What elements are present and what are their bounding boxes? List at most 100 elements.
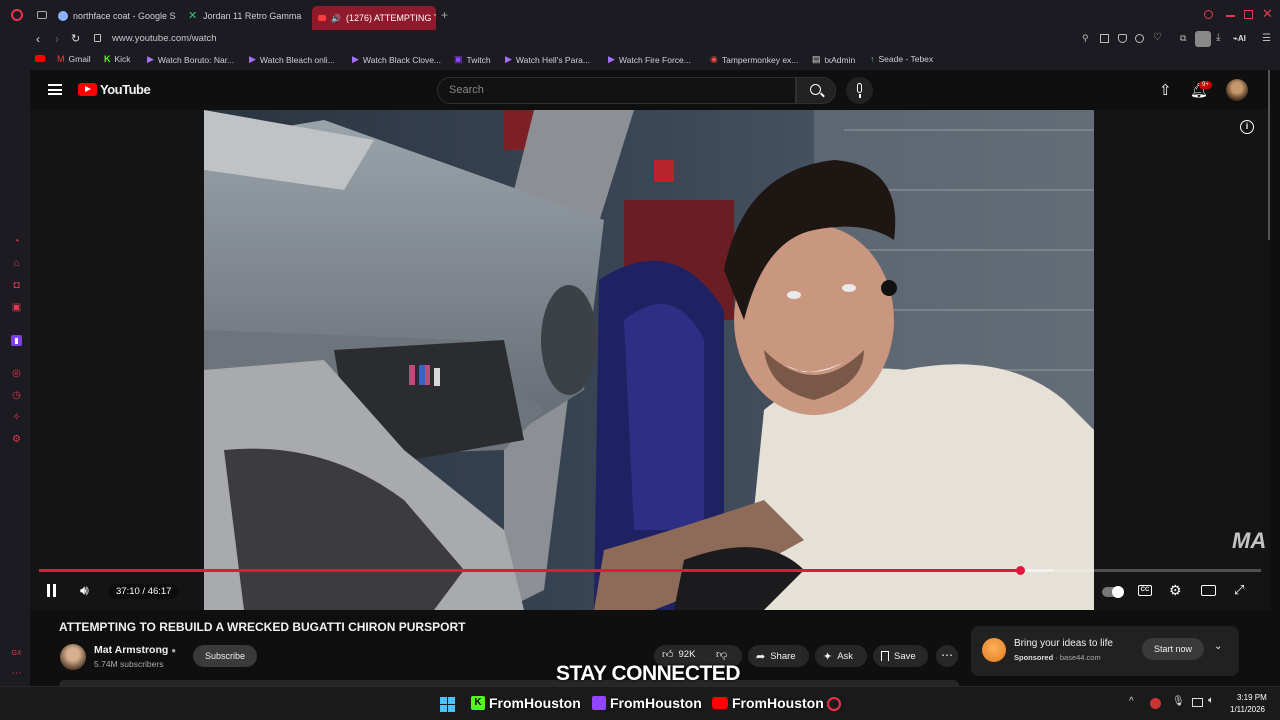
bookmark-twitch[interactable]: ▣ Twitch	[454, 54, 491, 65]
workspaces-icon[interactable]	[37, 11, 47, 19]
instagram-icon[interactable]: ◘	[11, 280, 22, 291]
volume-icon: 🔊︎	[80, 582, 89, 598]
maximize-icon[interactable]	[1244, 10, 1253, 19]
reload-icon[interactable]: ↻	[71, 32, 80, 45]
settings-icon[interactable]: ⚙	[11, 434, 22, 445]
pause-button[interactable]	[46, 584, 58, 597]
tray-chevron-icon[interactable]: ^	[1129, 696, 1134, 707]
ask-button[interactable]: ✦ Ask	[815, 645, 867, 667]
menu-icon[interactable]: ☰	[1262, 33, 1271, 44]
microphone-tray-icon[interactable]: 🎙︎	[1172, 696, 1185, 707]
twitch-handle: FromHouston	[592, 695, 702, 711]
like-button[interactable]: 👍︎ 92K	[662, 648, 695, 661]
video-player[interactable]: MA MA i 🔊︎ 37:10 / 46:17 CC ⚙ ⤢	[30, 110, 1270, 610]
clock-time[interactable]: 3:19 PM	[1237, 693, 1267, 702]
new-tab-button[interactable]: +	[441, 8, 448, 22]
player-icon[interactable]: ◎	[11, 368, 22, 379]
bookmark-black-clover[interactable]: ▶ Watch Black Clove...	[352, 54, 441, 65]
search-tabs-icon[interactable]	[1204, 10, 1213, 19]
bookmark-boruto[interactable]: ▶ Watch Boruto: Nar...	[147, 54, 234, 65]
chevron-down-icon[interactable]: ⌄	[1214, 641, 1222, 652]
hamburger-menu-icon[interactable]	[48, 84, 62, 95]
more-actions-button[interactable]: ⋯	[936, 645, 958, 667]
tray-app-icon[interactable]	[1150, 698, 1161, 709]
voice-search-button[interactable]	[846, 77, 873, 104]
aria-ai-icon[interactable]: ⌁AI	[1233, 34, 1246, 43]
dislike-button[interactable]: 👎︎	[716, 648, 727, 661]
video-frame[interactable]: MA	[204, 110, 1094, 610]
share-icon: ➦	[756, 650, 766, 663]
bookmark-gmail[interactable]: M Gmail	[57, 54, 91, 64]
kick-icon: K	[104, 54, 111, 64]
info-icon[interactable]: i	[1240, 120, 1254, 134]
opera-taskbar-icon[interactable]	[827, 697, 841, 711]
aria-icon[interactable]: ◔	[11, 236, 22, 247]
vpn-icon[interactable]	[1135, 34, 1144, 43]
bookmark-txadmin[interactable]: ▤ txAdmin	[812, 54, 855, 65]
back-icon[interactable]: ‹	[36, 32, 40, 46]
x-icon: ✕	[188, 10, 198, 22]
display-tray-icon[interactable]	[1192, 698, 1203, 707]
download-icon[interactable]: ⤓	[1216, 32, 1220, 43]
bookmark-bleach[interactable]: ▶ Watch Bleach onli...	[249, 54, 335, 65]
page-scrollbar[interactable]	[1268, 70, 1270, 240]
start-now-button[interactable]: Start now	[1142, 638, 1204, 660]
bag-icon[interactable]: ⌂	[11, 258, 22, 269]
kick-handle: K FromHouston	[471, 695, 581, 711]
captions-icon[interactable]: CC	[1138, 585, 1152, 596]
clock-date[interactable]: 1/11/2026	[1230, 705, 1265, 714]
bookmark-fire-force[interactable]: ▶ Watch Fire Force...	[608, 54, 691, 65]
heart-icon[interactable]: ♡	[1153, 32, 1162, 43]
minimize-icon[interactable]	[1226, 15, 1235, 17]
search-placeholder: Search	[449, 84, 484, 96]
gx-icon[interactable]: GX	[11, 648, 22, 659]
upload-icon[interactable]: ⇧	[1159, 81, 1172, 99]
forward-icon[interactable]: ›	[55, 32, 59, 46]
channel-avatar[interactable]	[60, 644, 86, 670]
account-avatar[interactable]	[1226, 79, 1248, 101]
volume-tray-icon[interactable]: 🔈︎	[1208, 695, 1214, 706]
play-icon: ▶	[505, 54, 512, 64]
ad-domain: base44.com	[1059, 653, 1101, 662]
twitch-icon: ▣	[454, 54, 463, 64]
extensions-icon[interactable]: ⧉	[1180, 33, 1186, 44]
windows-start-icon[interactable]	[440, 697, 455, 712]
play-icon: ▶	[352, 54, 359, 64]
autoplay-toggle[interactable]	[1102, 586, 1124, 598]
messenger-icon[interactable]: ▣	[11, 302, 22, 313]
channel-name[interactable]: Mat Armstrong ●	[94, 644, 176, 656]
subscribe-button[interactable]: Subscribe	[193, 645, 257, 667]
profile-avatar[interactable]	[1195, 31, 1211, 47]
opera-logo-icon[interactable]	[11, 9, 23, 21]
history-icon[interactable]: ◷	[11, 390, 22, 401]
search-input[interactable]: Search	[437, 77, 796, 104]
bookmark-hells-paradise[interactable]: ▶ Watch Hell's Para...	[505, 54, 590, 65]
bookmark-kick[interactable]: K Kick	[104, 54, 131, 64]
volume-button[interactable]: 🔊︎	[80, 582, 89, 599]
tab-northface[interactable]: northface coat - Google Se	[58, 6, 176, 26]
lock-icon	[94, 34, 101, 42]
more-icon[interactable]: ⋯	[11, 668, 22, 679]
miniplayer-icon[interactable]	[1201, 585, 1216, 596]
snapshot-icon[interactable]	[1100, 34, 1109, 43]
extensions-sidebar-icon[interactable]: ✧	[11, 412, 22, 423]
search-button[interactable]	[796, 77, 836, 104]
close-icon[interactable]: ✕	[1262, 6, 1273, 22]
url-field[interactable]: www.youtube.com/watch	[112, 33, 217, 44]
bookmark-tebex[interactable]: ↑ Seade - Tebex	[870, 54, 933, 64]
speaker-icon[interactable]: 🔊	[331, 14, 341, 23]
bookmark-tampermonkey[interactable]: ◉ Tampermonkey ex...	[710, 54, 798, 65]
sponsored-card[interactable]: Bring your ideas to life Sponsored · bas…	[971, 626, 1239, 676]
youtube-logo[interactable]: YouTube	[78, 82, 151, 97]
progress-bar[interactable]	[39, 566, 1261, 575]
settings-gear-icon[interactable]: ⚙	[1169, 582, 1182, 599]
fullscreen-icon[interactable]: ⤢	[1234, 582, 1244, 598]
youtube-bookmark-icon[interactable]	[35, 55, 45, 62]
share-button[interactable]: ➦ Share	[748, 645, 809, 667]
tab-youtube-active[interactable]: 🔊 (1276) ATTEMPTING T	[312, 6, 436, 30]
save-button[interactable]: Save	[873, 645, 928, 667]
twitch-sidebar-icon[interactable]: ▮	[11, 335, 22, 346]
shield-icon[interactable]	[1118, 34, 1127, 43]
tab-jordan[interactable]: ✕ Jordan 11 Retro Gamma B	[188, 6, 302, 26]
pin-icon[interactable]: ⚲	[1082, 33, 1089, 44]
